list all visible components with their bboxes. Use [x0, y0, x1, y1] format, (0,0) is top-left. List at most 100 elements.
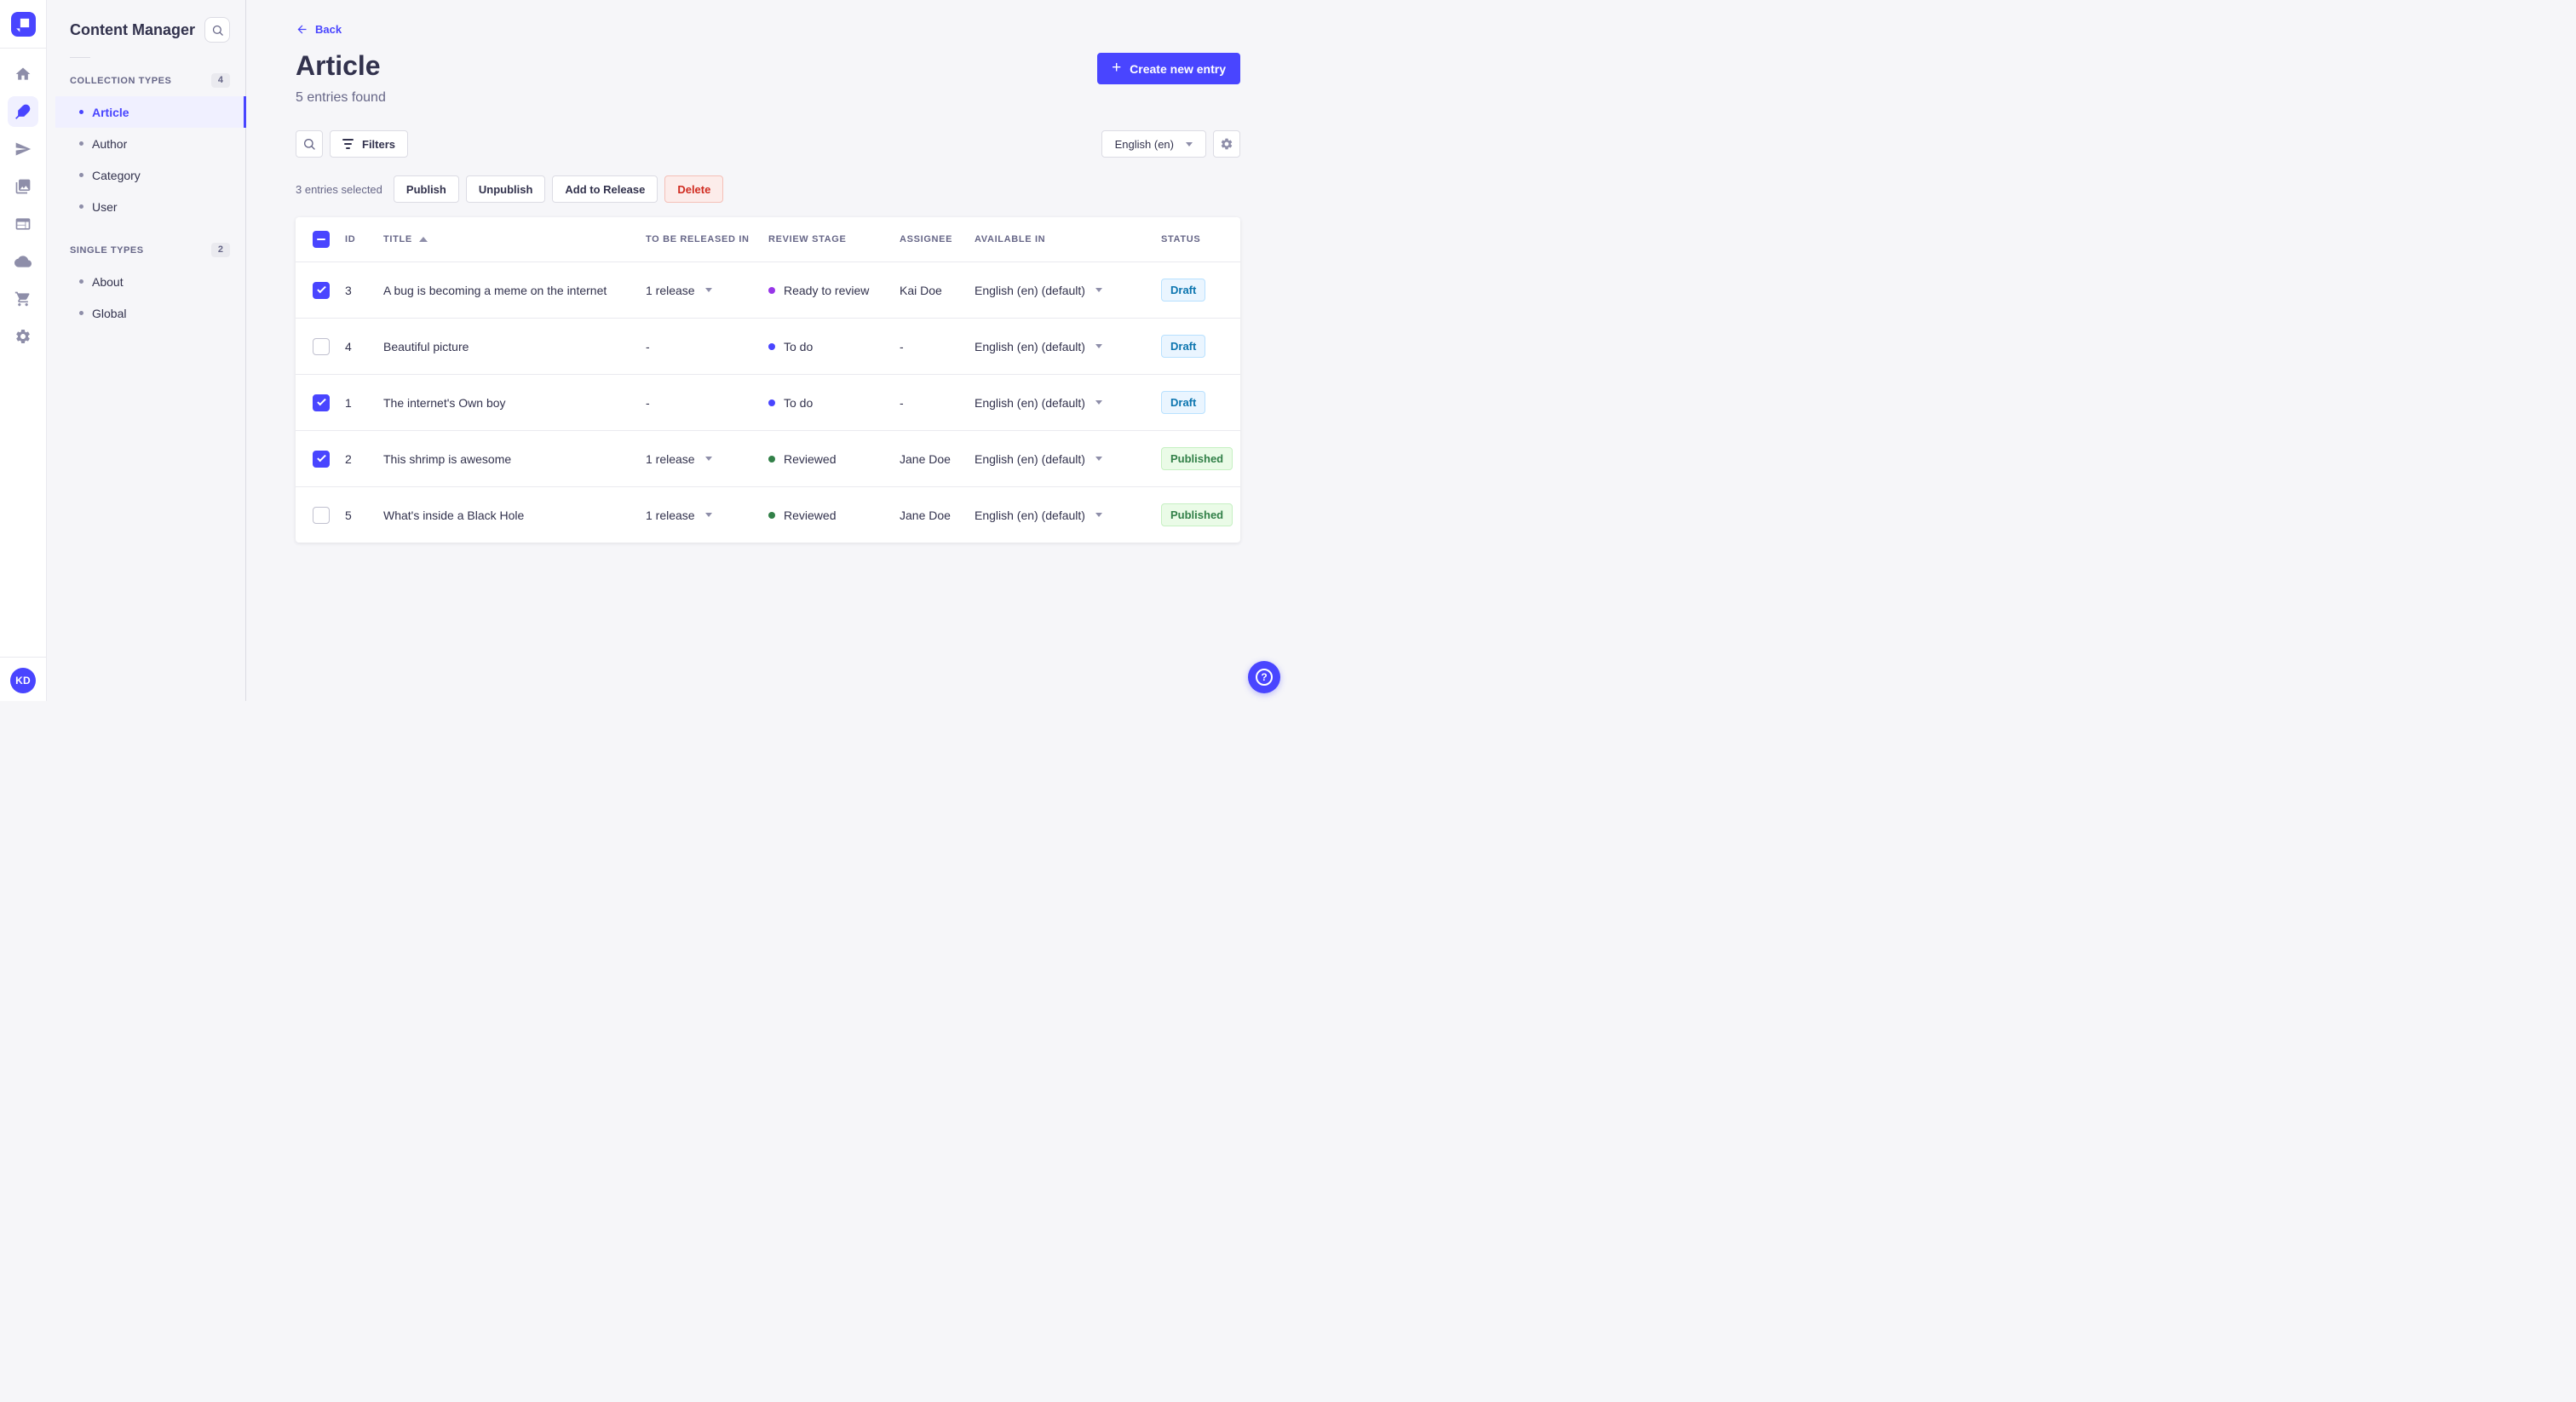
- row-checkbox[interactable]: [313, 506, 330, 524]
- help-button[interactable]: ?: [1248, 661, 1280, 693]
- rail-item-media-library[interactable]: [8, 171, 38, 202]
- create-new-entry-button[interactable]: + Create new entry: [1097, 53, 1240, 84]
- stage-dot-icon: [768, 455, 775, 463]
- rail-item-home[interactable]: [8, 59, 38, 89]
- chevron-down-icon: [1095, 344, 1102, 348]
- rail-bottom: KD: [0, 657, 47, 701]
- table-row[interactable]: 4 Beautiful picture - To do - English (en) (d…: [296, 318, 1240, 374]
- table-row[interactable]: 1 The internet's Own boy - To do - English (e…: [296, 374, 1240, 430]
- app: KD Content Manager COLLECTION TYPES 4 Arti…: [0, 0, 1288, 701]
- subnav-divider: [70, 57, 90, 58]
- content-manager-subnav: Content Manager COLLECTION TYPES 4 Article…: [48, 0, 246, 701]
- cell-review-stage: Reviewed: [768, 509, 900, 522]
- cell-review-stage: Reviewed: [768, 452, 900, 466]
- sidebar-item-label: Article: [92, 105, 129, 119]
- delete-button[interactable]: Delete: [664, 175, 724, 203]
- cell-available-in[interactable]: English (en) (default): [975, 284, 1161, 297]
- subnav-header: Content Manager: [48, 0, 245, 43]
- stage-dot-icon: [768, 511, 775, 519]
- table-row[interactable]: 3 A bug is becoming a meme on the interne…: [296, 261, 1240, 318]
- column-header-status[interactable]: STATUS: [1161, 234, 1227, 244]
- user-avatar[interactable]: KD: [10, 668, 36, 693]
- available-in-label: English (en) (default): [975, 395, 1085, 410]
- marketplace-icon: [14, 290, 32, 307]
- cloud-icon: [14, 253, 32, 270]
- cell-select: [313, 506, 345, 524]
- bullet-icon: [79, 311, 83, 315]
- rail-divider: [0, 48, 47, 49]
- available-in-label: English (en) (default): [975, 508, 1085, 522]
- publish-button[interactable]: Publish: [393, 175, 459, 203]
- column-header-id[interactable]: ID: [345, 234, 383, 244]
- bullet-icon: [79, 110, 83, 114]
- table-row[interactable]: 2 This shrimp is awesome 1 release Reviewed…: [296, 430, 1240, 486]
- row-checkbox[interactable]: [313, 337, 330, 355]
- select-all-checkbox[interactable]: [313, 231, 330, 248]
- stage-label: Reviewed: [784, 451, 837, 466]
- search-icon: [302, 137, 316, 151]
- bullet-icon: [79, 173, 83, 177]
- sidebar-item-global[interactable]: Global: [55, 297, 245, 329]
- row-checkbox[interactable]: [313, 281, 330, 299]
- cell-title: The internet's Own boy: [383, 395, 506, 410]
- table-search-button[interactable]: [296, 130, 323, 158]
- section-header: SINGLE TYPES 2: [48, 236, 245, 264]
- subnav-search-button[interactable]: [204, 17, 230, 43]
- select-all-cell: [313, 231, 345, 248]
- cell-available-in[interactable]: English (en) (default): [975, 340, 1161, 353]
- sidebar-item-article[interactable]: Article: [55, 96, 246, 128]
- cell-release: -: [646, 340, 768, 353]
- table-row[interactable]: 5 What's inside a Black Hole 1 release Revi…: [296, 486, 1240, 543]
- check-icon: [316, 396, 326, 406]
- column-header-available-in[interactable]: AVAILABLE IN: [975, 234, 1161, 244]
- cell-available-in[interactable]: English (en) (default): [975, 452, 1161, 466]
- entries-count-subtitle: 5 entries found: [296, 90, 386, 105]
- sidebar-item-category[interactable]: Category: [55, 159, 245, 191]
- cell-select: [313, 281, 345, 299]
- rail-item-content-type-builder[interactable]: [8, 209, 38, 239]
- cell-release[interactable]: 1 release: [646, 452, 768, 466]
- locale-label: English (en): [1114, 137, 1174, 151]
- chevron-down-icon: [704, 457, 712, 461]
- cell-status: Draft: [1161, 334, 1227, 359]
- rail-item-content-manager[interactable]: [8, 96, 38, 127]
- section-label: COLLECTION TYPES: [70, 75, 172, 86]
- back-link[interactable]: Back: [296, 23, 342, 36]
- cell-release[interactable]: 1 release: [646, 509, 768, 522]
- column-header-review-stage[interactable]: REVIEW STAGE: [768, 234, 900, 244]
- cell-available-in[interactable]: English (en) (default): [975, 396, 1161, 410]
- content-manager-icon: [14, 103, 32, 120]
- sidebar-item-author[interactable]: Author: [55, 128, 245, 159]
- column-header-release[interactable]: TO BE RELEASED IN: [646, 234, 768, 244]
- chevron-down-icon: [704, 513, 712, 517]
- unpublish-button[interactable]: Unpublish: [465, 175, 546, 203]
- selection-actions-row: 3 entries selected Publish Unpublish Add…: [296, 175, 1240, 203]
- home-icon: [14, 66, 32, 83]
- add-to-release-button[interactable]: Add to Release: [552, 175, 658, 203]
- column-header-assignee[interactable]: ASSIGNEE: [900, 234, 975, 244]
- available-in-label: English (en) (default): [975, 451, 1085, 466]
- rail-item-cloud[interactable]: [8, 246, 38, 277]
- stage-label: Ready to review: [784, 283, 870, 297]
- row-checkbox[interactable]: [313, 450, 330, 468]
- cell-assignee: -: [900, 395, 904, 410]
- main-content: Back Article + Create new entry 5 entrie…: [247, 0, 1288, 701]
- cell-id: 4: [345, 339, 352, 353]
- sidebar-item-about[interactable]: About: [55, 266, 245, 297]
- rail-item-settings[interactable]: [8, 321, 38, 352]
- sidebar-item-user[interactable]: User: [55, 191, 245, 222]
- rail-item-releases[interactable]: [8, 134, 38, 164]
- stage-label: To do: [784, 339, 814, 353]
- cell-available-in[interactable]: English (en) (default): [975, 509, 1161, 522]
- column-header-title[interactable]: TITLE: [383, 234, 646, 244]
- section-label: SINGLE TYPES: [70, 244, 144, 256]
- filters-button[interactable]: Filters: [330, 130, 409, 158]
- cell-assignee: Kai Doe: [900, 283, 942, 297]
- row-checkbox[interactable]: [313, 394, 330, 411]
- rail-item-marketplace[interactable]: [8, 284, 38, 314]
- stage-label: To do: [784, 395, 814, 410]
- strapi-logo[interactable]: [10, 12, 36, 37]
- view-settings-button[interactable]: [1213, 130, 1240, 158]
- cell-release[interactable]: 1 release: [646, 284, 768, 297]
- locale-select[interactable]: English (en): [1101, 130, 1206, 158]
